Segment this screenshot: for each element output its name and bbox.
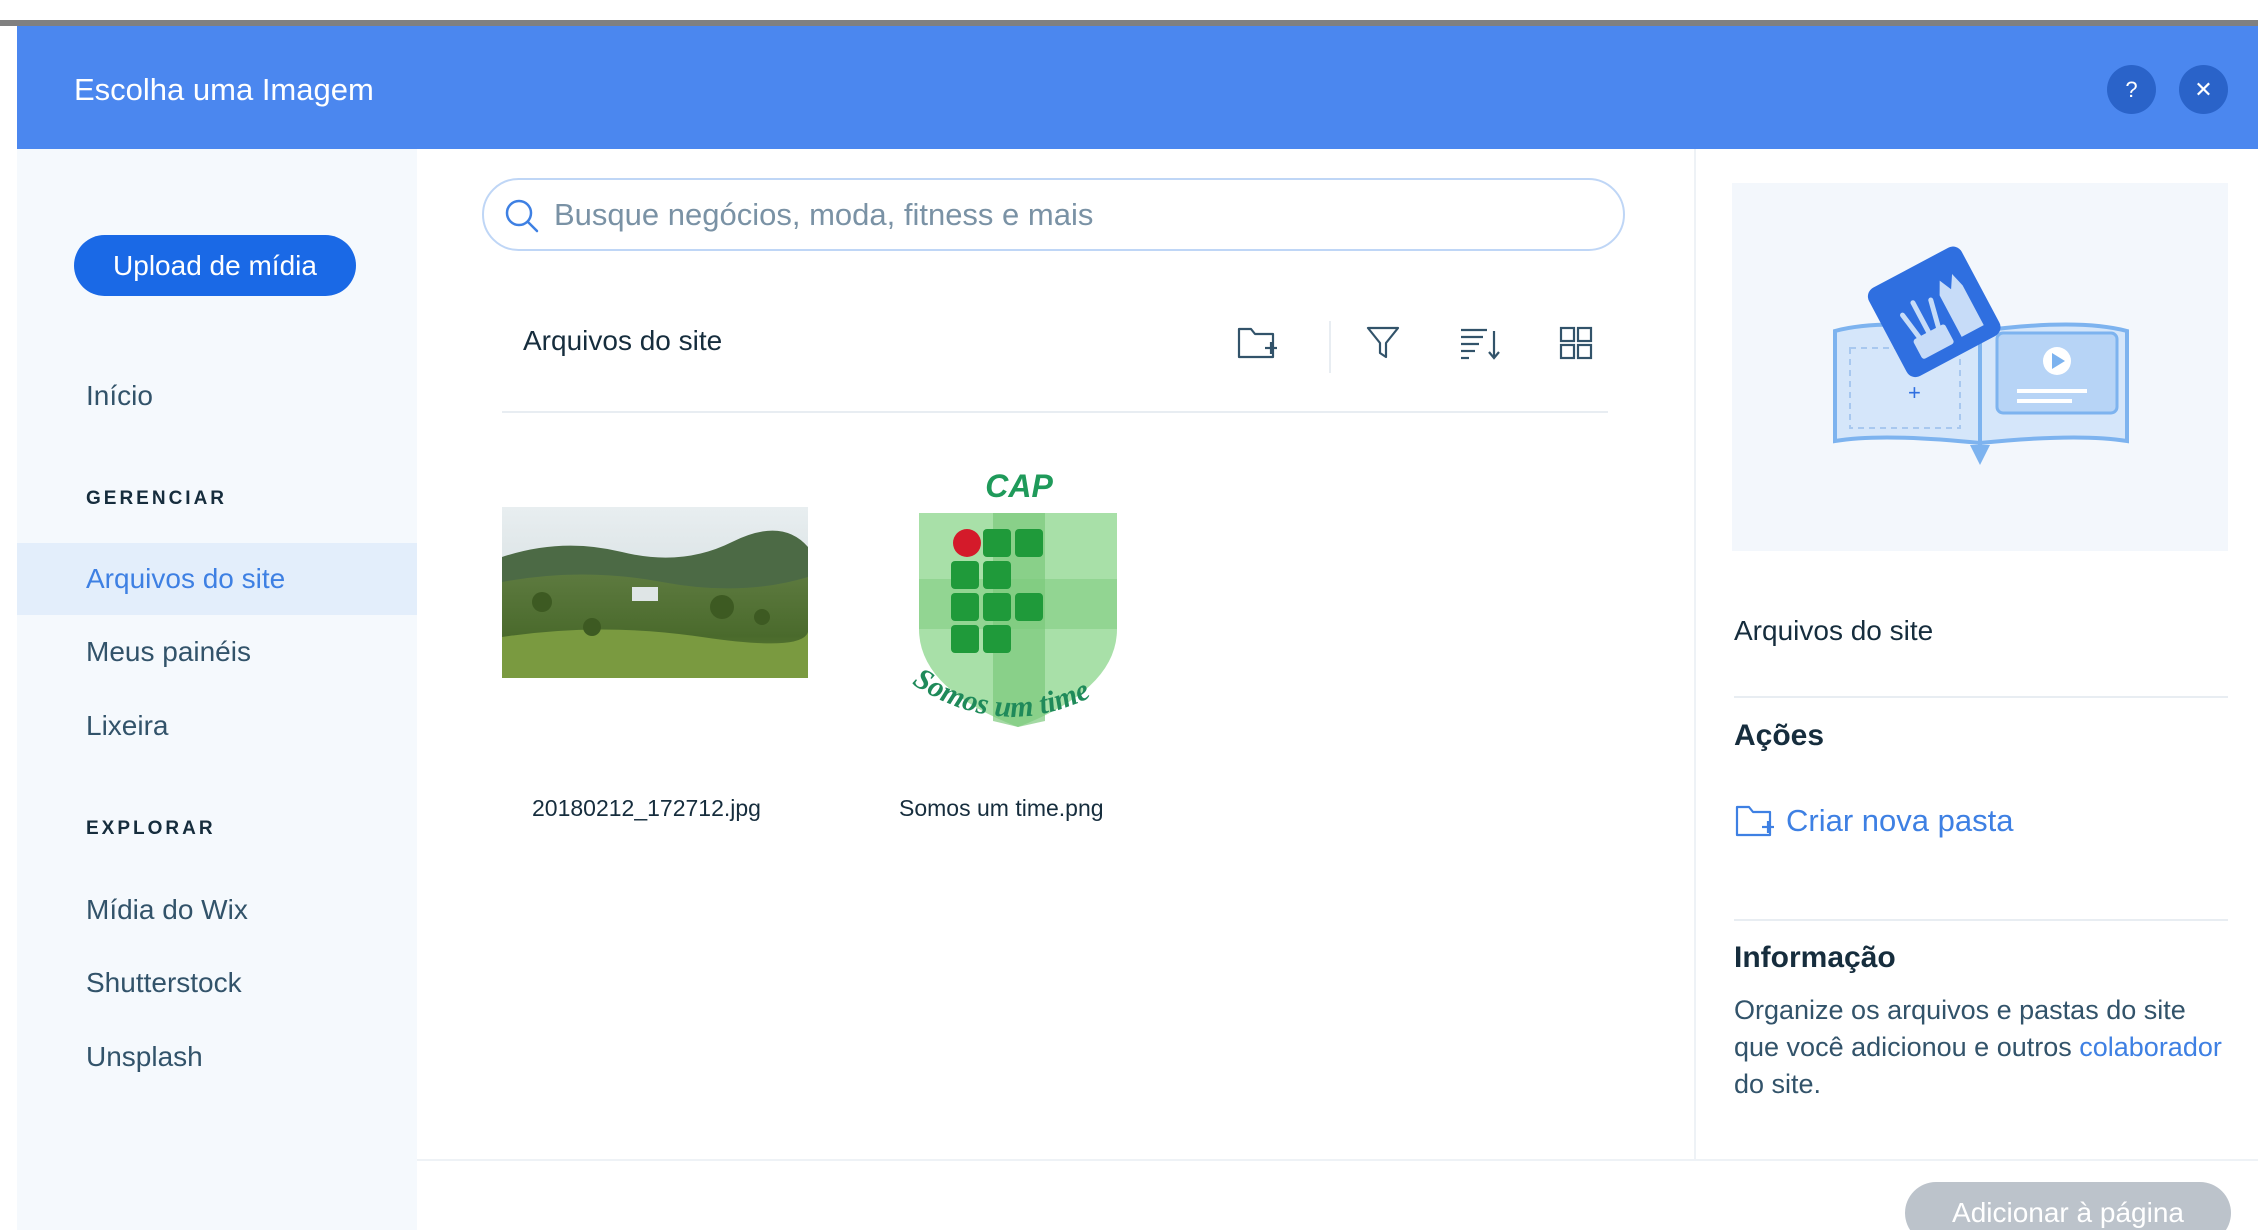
explore-section-heading: EXPLORAR — [86, 818, 216, 839]
sidebar-item-label: Mídia do Wix — [86, 894, 248, 925]
search-bar — [482, 178, 1625, 251]
upload-media-button[interactable]: Upload de mídia — [74, 235, 356, 296]
sidebar-item-label: Meus painéis — [86, 636, 251, 667]
sidebar-item-label: Início — [86, 380, 153, 411]
info-heading: Informação — [1734, 941, 1896, 974]
toolbar-divider — [502, 411, 1608, 413]
help-button[interactable]: ? — [2107, 65, 2156, 114]
actions-heading: Ações — [1734, 719, 1825, 752]
selected-folder-name: Arquivos do site — [1734, 615, 1934, 646]
svg-text:+: + — [1908, 380, 1921, 405]
close-icon: ✕ — [2194, 76, 2213, 102]
help-icon: ? — [2125, 76, 2138, 102]
info-text-after: do site. — [1734, 1069, 1822, 1099]
team-logo-thumbnail: CAP Somos um time — [908, 468, 1117, 727]
details-panel: + Arquivos do site Ações Criar nova past… — [1694, 149, 2258, 1159]
panel-divider — [1734, 919, 2228, 921]
filter-tool[interactable] — [1357, 319, 1409, 371]
collaborator-link[interactable]: colaborador — [2079, 1032, 2222, 1062]
toolbar-divider — [1329, 321, 1331, 373]
sidebar: Upload de mídia Início GERENCIAR Arquivo… — [17, 149, 417, 1230]
sidebar-item-label: Lixeira — [86, 710, 169, 741]
sort-icon — [1457, 323, 1501, 368]
sidebar-item-trash[interactable]: Lixeira — [17, 690, 417, 762]
search-icon — [502, 196, 542, 236]
landscape-thumbnail — [502, 507, 808, 678]
filter-icon — [1365, 323, 1401, 368]
modal-footer: Adicionar à página — [417, 1159, 2258, 1230]
close-button[interactable]: ✕ — [2179, 65, 2228, 114]
file-name-photo: 20180212_172712.jpg — [532, 795, 761, 821]
panel-divider — [1734, 696, 2228, 698]
background-page-strip — [0, 0, 2258, 26]
sidebar-item-home[interactable]: Início — [17, 360, 417, 432]
create-folder-label: Criar nova pasta — [1786, 803, 2014, 838]
grid-view-tool[interactable] — [1550, 319, 1602, 371]
new-folder-icon — [1734, 801, 1776, 841]
sort-tool[interactable] — [1453, 319, 1505, 371]
file-browser: Arquivos do site — [417, 149, 1694, 1159]
folder-illustration: + — [1732, 183, 2228, 551]
manage-section-heading: GERENCIAR — [86, 488, 228, 509]
info-description: Organize os arquivos e pastas do site qu… — [1734, 992, 2234, 1103]
create-folder-link[interactable]: Criar nova pasta — [1734, 801, 2013, 841]
new-folder-tool[interactable] — [1231, 319, 1283, 371]
sidebar-item-site-files[interactable]: Arquivos do site — [17, 543, 417, 615]
sidebar-item-shutterstock[interactable]: Shutterstock — [17, 947, 417, 1019]
grid-view-icon — [1558, 325, 1594, 366]
file-tile-logo[interactable]: CAP Somos um time — [885, 459, 1145, 759]
add-to-page-button[interactable]: Adicionar à página — [1905, 1182, 2231, 1230]
media-picker-modal: Escolha uma Imagem ? ✕ Upload de mídia I… — [17, 26, 2258, 1230]
sidebar-item-my-boards[interactable]: Meus painéis — [17, 616, 417, 688]
sidebar-item-label: Shutterstock — [86, 967, 242, 998]
sidebar-item-label: Unsplash — [86, 1041, 203, 1072]
sidebar-item-label: Arquivos do site — [86, 563, 286, 594]
modal-title: Escolha uma Imagem — [74, 72, 374, 107]
breadcrumb: Arquivos do site — [523, 325, 723, 356]
modal-header: Escolha uma Imagem ? ✕ — [17, 26, 2258, 149]
search-input[interactable] — [554, 192, 1604, 238]
file-tile-photo[interactable] — [502, 507, 808, 678]
logo-top-text: CAP — [985, 468, 1053, 504]
file-name-logo: Somos um time.png — [899, 795, 1104, 821]
sidebar-item-unsplash[interactable]: Unsplash — [17, 1021, 417, 1093]
new-folder-icon — [1235, 323, 1279, 368]
sidebar-item-wix-media[interactable]: Mídia do Wix — [17, 874, 417, 946]
